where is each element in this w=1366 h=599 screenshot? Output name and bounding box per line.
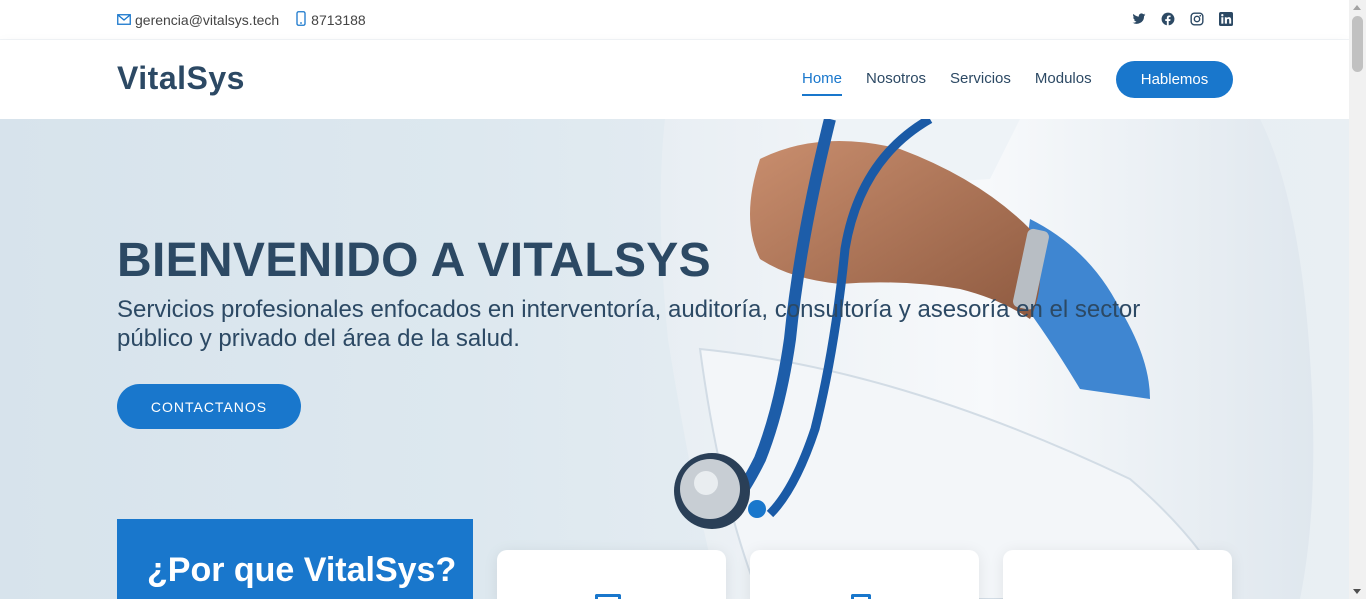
phone-text: 8713188 — [311, 12, 366, 28]
why-title: ¿Por que VitalSys? — [147, 551, 457, 589]
linkedin-icon[interactable] — [1219, 12, 1233, 26]
main-nav: Home Nosotros Servicios Modulos — [802, 70, 1116, 96]
topbar: gerencia@vitalsys.tech 8713188 — [0, 0, 1349, 40]
scroll-thumb[interactable] — [1352, 16, 1363, 72]
page-scrollbar[interactable] — [1349, 0, 1366, 599]
hero-title: BIENVENIDO A VITALSYS — [117, 234, 711, 287]
site-header: VitalSys Home Nosotros Servicios Modulos… — [0, 40, 1349, 119]
why-vitalsys-box: ¿Por que VitalSys? — [117, 519, 473, 599]
scroll-up-arrow-icon[interactable] — [1353, 5, 1361, 10]
feature-icon — [595, 594, 621, 599]
facebook-icon[interactable] — [1161, 12, 1175, 26]
feature-icon — [851, 594, 871, 599]
hero-subtitle: Servicios profesionales enfocados en int… — [117, 296, 1141, 352]
hero-section: BIENVENIDO A VITALSYS Servicios profesio… — [0, 119, 1349, 599]
nav-home[interactable]: Home — [802, 70, 843, 96]
hablemos-button[interactable]: Hablemos — [1116, 61, 1233, 98]
phone-contact[interactable]: 8713188 — [295, 11, 366, 29]
email-contact[interactable]: gerencia@vitalsys.tech — [117, 12, 279, 28]
feature-card[interactable] — [750, 550, 979, 599]
nav-servicios[interactable]: Servicios — [950, 70, 1011, 96]
contact-info: gerencia@vitalsys.tech 8713188 — [117, 11, 382, 29]
logo[interactable]: VitalSys — [117, 60, 245, 97]
instagram-icon[interactable] — [1190, 12, 1204, 26]
twitter-icon[interactable] — [1132, 12, 1146, 26]
scroll-down-arrow-icon[interactable] — [1353, 589, 1361, 594]
phone-icon — [295, 11, 311, 29]
email-text: gerencia@vitalsys.tech — [135, 12, 280, 28]
envelope-icon — [117, 12, 135, 28]
feature-card[interactable] — [1003, 550, 1232, 599]
social-links — [1117, 12, 1233, 26]
feature-card[interactable] — [497, 550, 726, 599]
nav-modulos[interactable]: Modulos — [1035, 70, 1092, 96]
contactanos-button[interactable]: CONTACTANOS — [117, 384, 301, 429]
nav-nosotros[interactable]: Nosotros — [866, 70, 926, 96]
